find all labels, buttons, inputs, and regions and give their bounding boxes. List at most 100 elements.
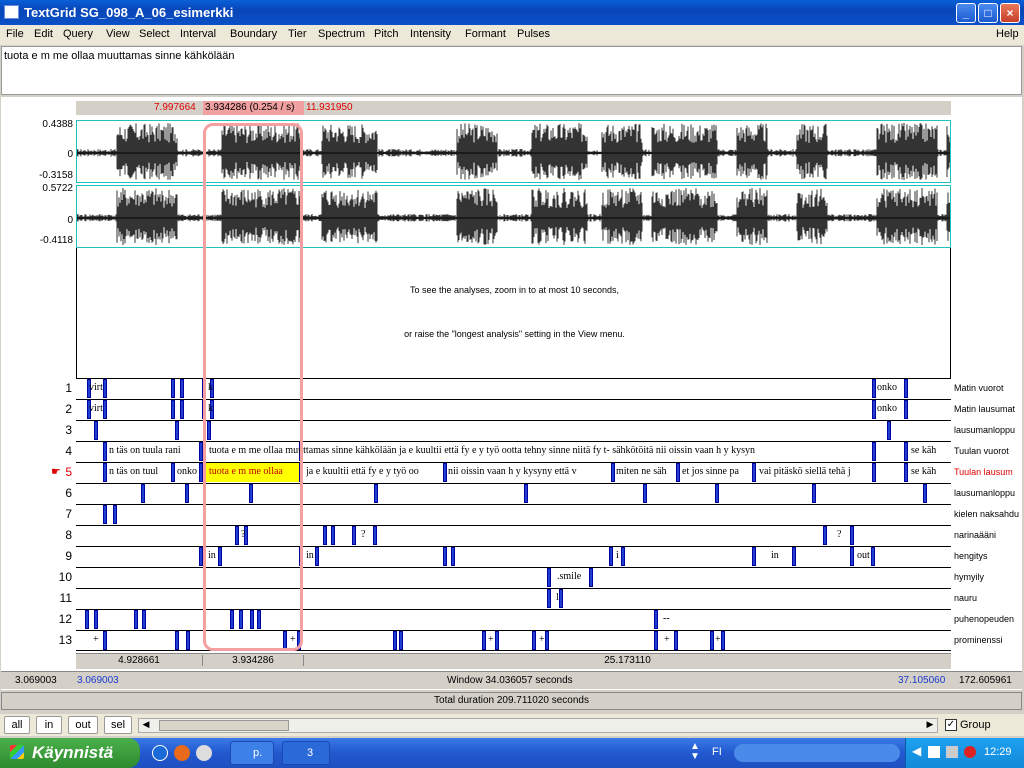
interval-text[interactable]: k bbox=[208, 382, 213, 393]
group-checkbox[interactable]: ✓ bbox=[945, 719, 957, 731]
scroll-right-arrow-icon[interactable]: ▶ bbox=[923, 719, 937, 732]
interval-boundary[interactable] bbox=[134, 610, 138, 629]
interval-boundary[interactable] bbox=[239, 610, 243, 629]
interval-text[interactable]: n täs on tuul bbox=[109, 466, 158, 477]
interval-text[interactable]: in bbox=[306, 550, 314, 561]
interval-boundary[interactable] bbox=[904, 442, 908, 461]
interval-boundary[interactable] bbox=[218, 547, 222, 566]
interval-boundary[interactable] bbox=[621, 547, 625, 566]
interval-boundary[interactable] bbox=[850, 526, 854, 545]
interval-boundary[interactable] bbox=[676, 463, 680, 482]
interval-boundary[interactable] bbox=[175, 631, 179, 650]
firefox-icon[interactable] bbox=[174, 745, 190, 761]
interval-text[interactable]: virt bbox=[89, 382, 103, 393]
interval-boundary[interactable] bbox=[872, 379, 876, 398]
interval-boundary[interactable] bbox=[495, 631, 499, 650]
interval-boundary[interactable] bbox=[792, 547, 796, 566]
interval-boundary[interactable] bbox=[904, 463, 908, 482]
interval-boundary[interactable] bbox=[185, 484, 189, 503]
interval-text[interactable]: miten ne säh bbox=[616, 466, 667, 477]
interval-boundary[interactable] bbox=[230, 610, 234, 629]
interval-boundary[interactable] bbox=[199, 547, 203, 566]
menu-interval[interactable]: Interval bbox=[180, 28, 216, 40]
segment-left[interactable]: 4.928661 bbox=[76, 655, 203, 666]
waveform-channel-2[interactable] bbox=[76, 185, 951, 248]
interval-text[interactable]: virt bbox=[89, 403, 103, 414]
interval-boundary[interactable] bbox=[113, 505, 117, 524]
interval-boundary[interactable] bbox=[611, 463, 615, 482]
tier-row[interactable] bbox=[76, 483, 951, 504]
minimize-button[interactable]: _ bbox=[956, 3, 976, 23]
interval-boundary[interactable] bbox=[141, 484, 145, 503]
interval-boundary[interactable] bbox=[443, 547, 447, 566]
interval-boundary[interactable] bbox=[207, 421, 211, 440]
scroll-thumb[interactable] bbox=[159, 720, 289, 731]
interval-text[interactable]: ? bbox=[361, 529, 365, 540]
media-toolbar[interactable] bbox=[734, 744, 900, 762]
interval-text[interactable]: onko bbox=[177, 466, 197, 477]
maximize-button[interactable]: □ bbox=[978, 3, 998, 23]
zoom-out-button[interactable]: out bbox=[68, 716, 98, 734]
interval-boundary[interactable] bbox=[374, 484, 378, 503]
interval-boundary[interactable] bbox=[532, 631, 536, 650]
interval-text[interactable]: + bbox=[93, 634, 99, 645]
language-indicator[interactable]: FI bbox=[712, 746, 722, 758]
editor-canvas[interactable]: 7.997664 3.934286 (0.254 / s) 11.931950 … bbox=[1, 97, 1022, 690]
interval-boundary[interactable] bbox=[589, 568, 593, 587]
interval-text[interactable]: .smile bbox=[557, 571, 581, 582]
interval-boundary[interactable] bbox=[202, 379, 206, 398]
interval-text[interactable]: se käh bbox=[911, 445, 936, 456]
interval-boundary[interactable] bbox=[904, 379, 908, 398]
interval-text[interactable]: et jos sinne pa bbox=[682, 466, 739, 477]
interval-text[interactable]: onko bbox=[877, 382, 897, 393]
interval-boundary[interactable] bbox=[171, 379, 175, 398]
taskbar-item-group[interactable]: 3 bbox=[282, 741, 330, 765]
segment-selection[interactable]: 3.934286 bbox=[203, 655, 304, 666]
interval-boundary[interactable] bbox=[331, 526, 335, 545]
interval-boundary[interactable] bbox=[103, 400, 107, 419]
interval-text[interactable]: + bbox=[715, 634, 721, 645]
interval-boundary[interactable] bbox=[871, 547, 875, 566]
waveform-channel-1[interactable] bbox=[76, 120, 951, 183]
zoom-in-button[interactable]: in bbox=[36, 716, 62, 734]
interval-boundary[interactable] bbox=[323, 526, 327, 545]
interval-boundary[interactable] bbox=[297, 631, 301, 650]
interval-boundary[interactable] bbox=[547, 589, 551, 608]
interval-boundary[interactable] bbox=[373, 526, 377, 545]
menu-file[interactable]: File bbox=[6, 28, 24, 40]
menu-view[interactable]: View bbox=[106, 28, 130, 40]
tier-area[interactable]: 1 Matin vuorot virt onko k 2 Matin lausumat vir… bbox=[1, 378, 1022, 652]
interval-boundary[interactable] bbox=[171, 400, 175, 419]
interval-text[interactable]: in bbox=[771, 550, 779, 561]
interval-boundary[interactable] bbox=[171, 463, 175, 482]
interval-text[interactable]: ? bbox=[241, 529, 245, 540]
interval-text[interactable]: n täs on tuula rani bbox=[109, 445, 181, 456]
interval-boundary[interactable] bbox=[482, 631, 486, 650]
menu-formant[interactable]: Formant bbox=[465, 28, 506, 40]
interval-boundary[interactable] bbox=[103, 442, 107, 461]
interval-boundary[interactable] bbox=[923, 484, 927, 503]
interval-boundary[interactable] bbox=[180, 400, 184, 419]
interval-boundary[interactable] bbox=[752, 463, 756, 482]
interval-text[interactable]: in bbox=[208, 550, 216, 561]
interval-boundary[interactable] bbox=[202, 400, 206, 419]
interval-text-field[interactable]: tuota e m me ollaa muuttamas sinne kähkö… bbox=[1, 46, 1022, 95]
interval-text[interactable]: vai pitäskö siellä tehä j bbox=[759, 466, 851, 477]
horizontal-scrollbar[interactable]: ◀ ▶ bbox=[138, 718, 938, 733]
interval-text[interactable]: nii oissin vaan h y kysyny että v bbox=[448, 466, 577, 477]
interval-boundary[interactable] bbox=[103, 463, 107, 482]
interval-boundary[interactable] bbox=[142, 610, 146, 629]
interval-boundary[interactable] bbox=[872, 463, 876, 482]
interval-boundary[interactable] bbox=[299, 547, 303, 566]
interval-boundary[interactable] bbox=[103, 631, 107, 650]
interval-boundary[interactable] bbox=[850, 547, 854, 566]
start-button[interactable]: Käynnistä bbox=[0, 738, 140, 768]
interval-boundary[interactable] bbox=[654, 631, 658, 650]
interval-boundary[interactable] bbox=[399, 631, 403, 650]
interval-text[interactable]: + bbox=[488, 634, 494, 645]
interval-boundary[interactable] bbox=[103, 379, 107, 398]
interval-boundary[interactable] bbox=[352, 526, 356, 545]
interval-text[interactable]: i bbox=[616, 550, 619, 561]
segment-right[interactable]: 25.173110 bbox=[304, 655, 951, 666]
tray-network-icon[interactable] bbox=[946, 746, 958, 758]
